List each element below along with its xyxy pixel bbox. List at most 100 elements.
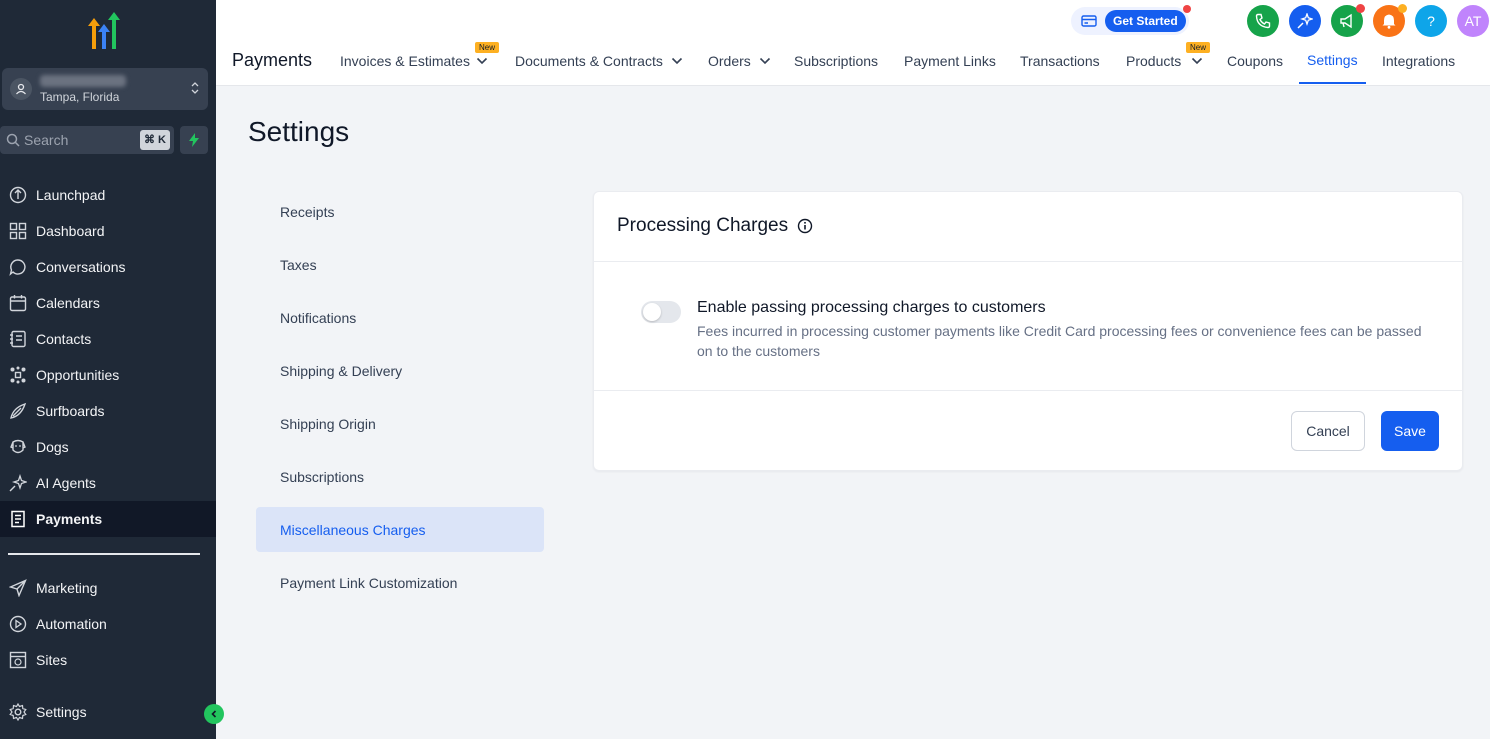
user-avatar[interactable]: AT — [1457, 5, 1489, 37]
tab-invoices-estimates[interactable]: Invoices & Estimates — [340, 53, 488, 69]
processing-charges-card: Processing Charges Enable passing proces… — [593, 191, 1463, 471]
tab-integrations[interactable]: Integrations — [1382, 53, 1455, 69]
tab-payment-links[interactable]: Payment Links — [904, 53, 996, 69]
card-header: Processing Charges — [594, 192, 1462, 262]
notification-dot — [1356, 4, 1365, 13]
sidebar-divider — [8, 553, 200, 555]
phone-button[interactable] — [1247, 5, 1279, 37]
send-icon — [8, 578, 28, 598]
help-button[interactable]: ? — [1415, 5, 1447, 37]
dog-icon — [8, 437, 28, 457]
option-description: Fees incurred in processing customer pay… — [697, 323, 1422, 359]
card-footer-divider — [594, 390, 1462, 391]
tab-settings[interactable]: Settings — [1307, 52, 1358, 68]
sidebar-item-label: AI Agents — [36, 475, 96, 491]
account-name-redacted — [40, 75, 126, 87]
avatar-initials: AT — [1464, 13, 1482, 29]
menu-label: Payment Link Customization — [280, 574, 458, 591]
chevron-left-icon — [211, 710, 217, 718]
menu-label: Subscriptions — [280, 468, 365, 485]
get-started-button[interactable]: Get Started — [1105, 10, 1186, 32]
ai-assistant-button[interactable] — [1289, 5, 1321, 37]
surfboard-icon — [8, 401, 28, 421]
sidebar-item-sites[interactable]: Sites — [0, 642, 216, 678]
announcements-button[interactable] — [1331, 4, 1365, 37]
sidebar-item-marketing[interactable]: Marketing — [0, 570, 216, 606]
sidebar-item-label: Marketing — [36, 580, 98, 596]
sidebar-item-surfboards[interactable]: Surfboards — [0, 393, 216, 429]
sidebar-item-conversations[interactable]: Conversations — [0, 249, 216, 285]
tab-coupons[interactable]: Coupons — [1227, 53, 1283, 69]
chevron-down-icon — [671, 57, 682, 65]
sidebar-item-dashboard[interactable]: Dashboard — [0, 213, 216, 249]
new-badge: New — [1186, 42, 1211, 53]
settings-menu-receipts[interactable]: Receipts — [256, 189, 544, 234]
location-avatar-icon — [10, 78, 32, 100]
tab-label: Subscriptions — [794, 53, 879, 69]
account-switcher[interactable]: Tampa, Florida — [2, 68, 208, 110]
settings-heading: Settings — [248, 116, 350, 147]
help-icon: ? — [1427, 13, 1435, 29]
chevron-down-icon — [476, 57, 488, 65]
settings-menu-payment-link-customization[interactable]: Payment Link Customization — [256, 560, 544, 605]
sidebar-item-opportunities[interactable]: Opportunities — [0, 357, 216, 393]
chevron-updown-icon — [191, 82, 199, 94]
tab-documents-contracts[interactable]: Documents & Contracts — [515, 53, 683, 69]
get-started-widget[interactable]: Get Started — [1071, 5, 1191, 35]
search-placeholder: Search — [24, 132, 69, 148]
menu-label: Shipping & Delivery — [280, 362, 403, 379]
sidebar-item-automation[interactable]: Automation — [0, 606, 216, 642]
sidebar-item-dogs[interactable]: Dogs — [0, 429, 216, 465]
top-header: Get Started ? AT Payments New Invoices &… — [216, 0, 1490, 86]
launchpad-icon — [8, 185, 28, 205]
sidebar-item-label: Automation — [36, 616, 107, 632]
app-logo[interactable] — [82, 12, 126, 52]
save-button[interactable]: Save — [1381, 411, 1439, 451]
settings-menu-taxes[interactable]: Taxes — [256, 242, 544, 287]
magic-wand-icon — [1297, 13, 1313, 29]
info-icon[interactable] — [797, 218, 813, 234]
menu-label: Receipts — [280, 203, 335, 220]
settings-menu-shipping-delivery[interactable]: Shipping & Delivery — [256, 348, 544, 393]
sidebar-item-settings[interactable]: Settings — [0, 694, 216, 730]
sidebar-item-contacts[interactable]: Contacts — [0, 321, 216, 357]
settings-menu-miscellaneous-charges[interactable]: Miscellaneous Charges — [256, 507, 544, 552]
tab-products[interactable]: Products — [1126, 53, 1203, 69]
quick-action-button[interactable] — [180, 126, 208, 154]
tab-label: Transactions — [1020, 53, 1100, 69]
notifications-button[interactable] — [1373, 4, 1407, 37]
menu-label: Taxes — [280, 256, 317, 273]
sidebar-item-label: Sites — [36, 652, 68, 668]
dashboard-icon — [8, 221, 28, 241]
tab-orders[interactable]: Orders — [708, 53, 771, 69]
settings-menu-shipping-origin[interactable]: Shipping Origin — [256, 401, 544, 446]
card-title: Processing Charges — [617, 215, 789, 236]
contacts-icon — [8, 329, 28, 349]
search-icon — [6, 133, 20, 147]
sidebar-item-label: Launchpad — [36, 187, 106, 203]
credit-card-icon — [1081, 15, 1097, 27]
sidebar-item-label: Calendars — [36, 295, 100, 311]
option-title: Enable passing processing charges to cus… — [697, 299, 1046, 316]
tab-label: Products — [1126, 53, 1182, 69]
sidebar-item-label: Surfboards — [36, 403, 105, 419]
processing-charges-toggle[interactable] — [641, 301, 681, 323]
collapse-sidebar-button[interactable] — [204, 704, 224, 724]
phone-icon — [1255, 13, 1271, 29]
settings-menu-notifications[interactable]: Notifications — [256, 295, 544, 340]
sidebar-item-calendars[interactable]: Calendars — [0, 285, 216, 321]
cancel-button[interactable]: Cancel — [1291, 411, 1365, 451]
sites-icon — [8, 650, 28, 670]
sidebar-item-payments[interactable]: Payments — [0, 501, 216, 537]
notification-dot — [1183, 5, 1191, 13]
tab-label: Payment Links — [904, 53, 996, 69]
sidebar-item-launchpad[interactable]: Launchpad — [0, 177, 216, 213]
settings-menu-subscriptions[interactable]: Subscriptions — [256, 454, 544, 499]
tab-label: Coupons — [1227, 53, 1284, 69]
sidebar-item-ai-agents[interactable]: AI Agents — [0, 465, 216, 501]
search-input[interactable]: Search ⌘ K — [0, 126, 174, 154]
tab-subscriptions[interactable]: Subscriptions — [794, 53, 878, 69]
new-badge: New — [475, 42, 500, 53]
tab-transactions[interactable]: Transactions — [1020, 53, 1100, 69]
account-location: Tampa, Florida — [40, 90, 120, 104]
